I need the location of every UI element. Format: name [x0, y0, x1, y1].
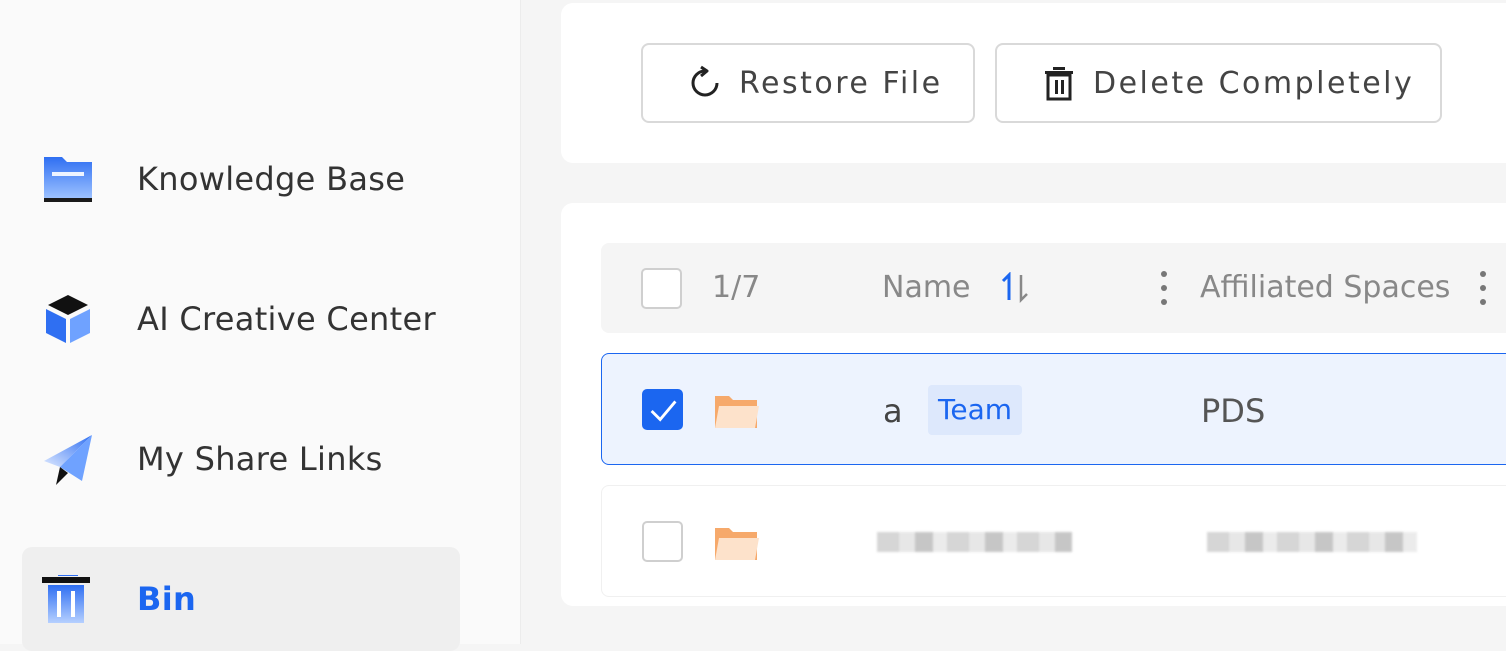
row-checkbox[interactable]: [642, 521, 683, 562]
paper-plane-icon: [44, 435, 92, 485]
trash-icon: [1045, 67, 1073, 101]
folder-icon: [44, 157, 92, 202]
sidebar-item-knowledge-base[interactable]: Knowledge Base: [22, 127, 460, 231]
column-menu-icon[interactable]: [1479, 269, 1487, 307]
cube-icon: [46, 295, 90, 343]
delete-completely-button[interactable]: Delete Completely: [995, 43, 1442, 123]
file-list-panel: 1/7 Name Affiliated Spaces a Team PDS: [561, 203, 1506, 606]
restore-file-label: Restore File: [739, 65, 943, 101]
sidebar-item-label: Bin: [137, 580, 197, 618]
sidebar-item-label: Knowledge Base: [137, 160, 406, 198]
folder-icon: [715, 396, 759, 428]
table-header: 1/7 Name Affiliated Spaces: [601, 243, 1506, 333]
sort-icon[interactable]: [999, 272, 1033, 304]
toolbar-panel: Restore File Delete Completely: [561, 3, 1506, 163]
row-checkbox[interactable]: [642, 389, 683, 430]
sidebar-item-my-share-links[interactable]: My Share Links: [22, 407, 460, 511]
sidebar-item-bin[interactable]: Bin: [22, 547, 460, 651]
column-header-name[interactable]: Name: [882, 270, 971, 305]
restore-file-button[interactable]: Restore File: [641, 43, 975, 123]
column-menu-icon[interactable]: [1160, 269, 1168, 307]
redacted-affiliated-space: [1207, 532, 1417, 552]
restore-icon: [691, 65, 719, 97]
selection-count: 1/7: [712, 270, 761, 305]
table-row[interactable]: [601, 485, 1506, 597]
select-all-checkbox[interactable]: [641, 268, 682, 309]
sidebar-item-ai-creative-center[interactable]: AI Creative Center: [22, 267, 460, 371]
sidebar-item-label: My Share Links: [137, 440, 383, 478]
team-tag: Team: [928, 385, 1023, 435]
delete-completely-label: Delete Completely: [1093, 65, 1415, 101]
sidebar: Knowledge Base AI Creative Center My Sha…: [0, 0, 521, 651]
column-header-affiliated-spaces[interactable]: Affiliated Spaces: [1200, 270, 1450, 305]
affiliated-space: PDS: [1201, 392, 1266, 430]
trash-icon: [42, 575, 90, 623]
checkmark-icon: [650, 400, 677, 422]
redacted-file-name: [877, 532, 1072, 552]
table-row[interactable]: a Team PDS: [601, 353, 1506, 465]
folder-icon: [715, 528, 759, 560]
file-name[interactable]: a: [883, 392, 903, 430]
sidebar-item-label: AI Creative Center: [137, 300, 436, 338]
